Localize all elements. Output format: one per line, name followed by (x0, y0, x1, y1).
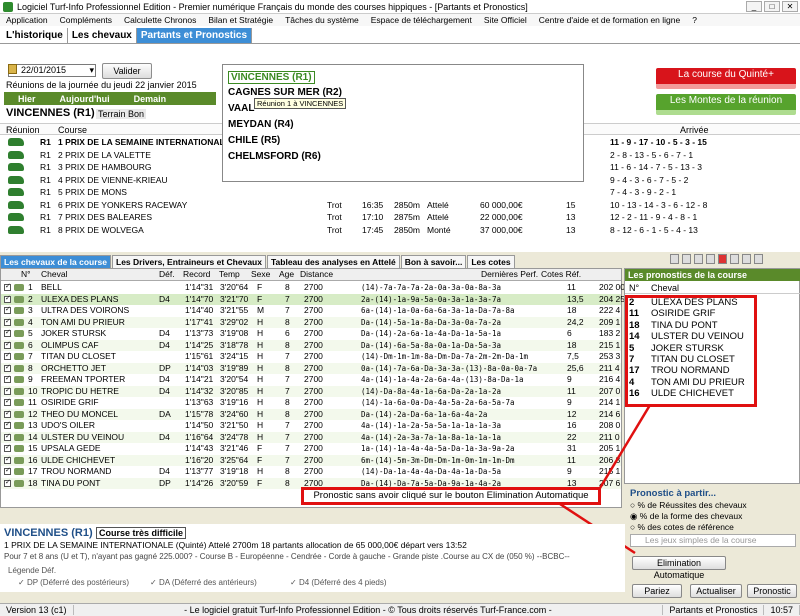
legend-d4-text: D4 (Déferré des 4 pieds) (298, 578, 387, 587)
status-version: Version 13 (c1) (0, 605, 74, 615)
arrow-line (598, 404, 652, 489)
pronostic-button[interactable]: Pronostic (747, 584, 797, 598)
radio-checked-icon[interactable]: ◉ (630, 511, 637, 521)
legend-d4: ✓ D4 (Déferré des 4 pieds) (290, 578, 387, 587)
actualiser-button[interactable]: Actualiser (690, 584, 742, 598)
radio-reussites[interactable]: ○ % de Réussites des chevaux (630, 500, 747, 510)
statusbar: Version 13 (c1) - Le logiciel gratuit Tu… (0, 603, 800, 616)
annotation-label: Pronostic sans avoir cliqué sur le bouto… (301, 487, 601, 505)
info-venue: VINCENNES (R1) (4, 527, 93, 539)
legend-dp: ✓ DP (Déferré des postérieurs) (18, 578, 130, 587)
radio-icon[interactable]: ○ (630, 522, 635, 532)
legend-da-text: DA (Déferré des antérieurs) (158, 578, 257, 587)
radio-label: % des cotes de référence (637, 522, 734, 532)
difficulty-badge: Course très difficile (96, 527, 187, 539)
legend-dp-text: DP (Déferré des postérieurs) (26, 578, 130, 587)
legend-da: ✓ DA (Déferré des antérieurs) (150, 578, 257, 587)
legend-title: Légende Déf. (8, 566, 57, 575)
radio-icon[interactable]: ○ (630, 500, 635, 510)
info-line2: Pour 7 et 8 ans (U et T), n'ayant pas ga… (4, 552, 570, 561)
info-line1: 1 PRIX DE LA SEMAINE INTERNATIONALE (Qui… (4, 540, 467, 550)
pariez-button[interactable]: Pariez (632, 584, 682, 598)
radio-label: % de la forme des chevaux (639, 511, 743, 521)
radio-forme[interactable]: ◉ % de la forme des chevaux (630, 511, 742, 522)
radio-cotes[interactable]: ○ % des cotes de référence (630, 522, 734, 532)
partir-title: Pronostic à partir... (630, 488, 717, 499)
status-time: 10:57 (764, 605, 800, 615)
radio-label: % de Réussites des chevaux (637, 500, 747, 510)
status-section: Partants et Pronostics (663, 605, 765, 615)
status-center: - Le logiciel gratuit Turf-Info Professi… (74, 605, 664, 615)
jeux-input[interactable]: Les jeux simples de la course (630, 534, 796, 547)
elimination-button[interactable]: Elimination Automatique (632, 556, 726, 580)
